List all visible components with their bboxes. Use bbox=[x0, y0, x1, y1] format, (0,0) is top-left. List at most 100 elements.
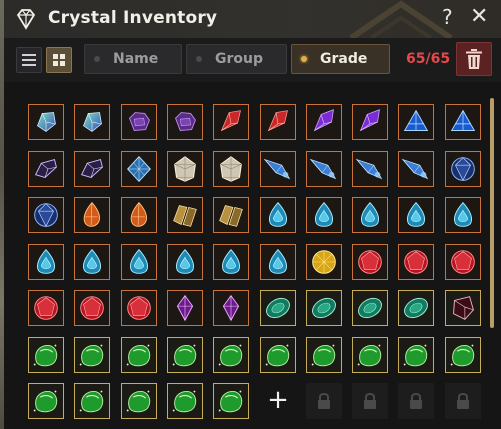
crystal-slot[interactable] bbox=[352, 244, 388, 280]
list-view-button[interactable] bbox=[16, 47, 42, 73]
crystal-slot[interactable] bbox=[306, 290, 342, 326]
crystal-slot[interactable] bbox=[306, 151, 342, 187]
crystal-slot[interactable] bbox=[121, 244, 157, 280]
radio-indicator bbox=[196, 56, 202, 62]
tab-sort-grade[interactable]: Grade bbox=[291, 44, 390, 74]
crystal-slot[interactable] bbox=[28, 197, 64, 233]
grid-view-button[interactable] bbox=[46, 47, 72, 73]
crystal-slot[interactable] bbox=[167, 151, 203, 187]
crystal-slot[interactable] bbox=[28, 290, 64, 326]
crystal-slot[interactable] bbox=[306, 337, 342, 373]
crystal-inventory-window: Crystal Inventory ? ✕ Name Group Grade 6… bbox=[4, 0, 501, 429]
yellow-round-gem-icon bbox=[312, 250, 336, 274]
violet-shard-gem-icon bbox=[313, 109, 334, 132]
green-ore-gem-icon bbox=[126, 344, 151, 367]
crystal-slot[interactable] bbox=[74, 383, 110, 419]
crystal-slot[interactable] bbox=[260, 290, 296, 326]
crystal-slot[interactable] bbox=[74, 290, 110, 326]
crystal-slot[interactable] bbox=[352, 197, 388, 233]
crystal-slot[interactable] bbox=[398, 290, 434, 326]
green-ore-gem-icon bbox=[218, 390, 243, 413]
crystal-slot[interactable] bbox=[352, 104, 388, 140]
crystal-slot[interactable] bbox=[213, 151, 249, 187]
help-button[interactable]: ? bbox=[442, 5, 453, 29]
crystal-slot[interactable] bbox=[260, 197, 296, 233]
crystal-slot[interactable] bbox=[74, 337, 110, 373]
teal-oval-gem-icon bbox=[312, 297, 336, 319]
locked-slot bbox=[306, 383, 342, 419]
red-shard-gem-icon bbox=[267, 110, 288, 132]
crystal-slot[interactable] bbox=[167, 104, 203, 140]
scrollbar[interactable] bbox=[490, 98, 494, 328]
crystal-slot[interactable] bbox=[352, 151, 388, 187]
crystal-slot[interactable] bbox=[28, 151, 64, 187]
crystal-slot[interactable] bbox=[167, 337, 203, 373]
crystal-slot[interactable] bbox=[74, 244, 110, 280]
crystal-slot[interactable] bbox=[445, 337, 481, 373]
green-ore-gem-icon bbox=[33, 390, 58, 413]
crystal-slot[interactable] bbox=[260, 337, 296, 373]
crystal-slot[interactable] bbox=[445, 104, 481, 140]
gold-split-gem-icon bbox=[173, 205, 197, 227]
crystal-slot[interactable] bbox=[398, 197, 434, 233]
crystal-slot[interactable] bbox=[445, 151, 481, 187]
crystal-slot[interactable] bbox=[213, 290, 249, 326]
crystal-slot[interactable] bbox=[260, 244, 296, 280]
crystal-slot[interactable] bbox=[445, 290, 481, 326]
tab-sort-group[interactable]: Group bbox=[186, 44, 287, 74]
delete-button[interactable] bbox=[456, 42, 492, 76]
crystal-slot[interactable] bbox=[121, 383, 157, 419]
crystal-slot[interactable] bbox=[398, 151, 434, 187]
crystal-slot[interactable] bbox=[213, 383, 249, 419]
crystal-slot[interactable] bbox=[121, 337, 157, 373]
crystal-slot[interactable] bbox=[213, 104, 249, 140]
crystal-slot[interactable] bbox=[121, 104, 157, 140]
crystal-slot[interactable] bbox=[260, 151, 296, 187]
purple-hex-gem-icon bbox=[129, 112, 150, 131]
green-ore-gem-icon bbox=[218, 344, 243, 367]
green-ore-gem-icon bbox=[357, 344, 382, 367]
crystal-slot[interactable] bbox=[213, 197, 249, 233]
red-shard-gem-icon bbox=[220, 110, 241, 132]
add-slot-button[interactable]: + bbox=[260, 383, 296, 419]
crystal-slot[interactable] bbox=[28, 244, 64, 280]
inventory-count: 65/65 bbox=[406, 51, 451, 67]
crystal-slot[interactable] bbox=[121, 290, 157, 326]
green-blue-gem-icon bbox=[83, 112, 102, 132]
crystal-slot[interactable] bbox=[167, 244, 203, 280]
crystal-slot[interactable] bbox=[352, 337, 388, 373]
magenta-shard-gem-icon bbox=[176, 294, 194, 322]
crystal-slot[interactable] bbox=[306, 104, 342, 140]
dark-purple-gem-icon bbox=[34, 158, 57, 179]
crystal-slot[interactable] bbox=[28, 104, 64, 140]
crystal-slot[interactable] bbox=[74, 104, 110, 140]
crystal-slot[interactable] bbox=[398, 337, 434, 373]
crystal-slot[interactable] bbox=[445, 244, 481, 280]
crystal-slot[interactable] bbox=[167, 290, 203, 326]
crystal-slot[interactable] bbox=[74, 197, 110, 233]
crystal-slot[interactable] bbox=[213, 337, 249, 373]
crystal-slot[interactable] bbox=[213, 244, 249, 280]
crystal-slot[interactable] bbox=[352, 290, 388, 326]
crystal-slot[interactable] bbox=[398, 104, 434, 140]
green-ore-gem-icon bbox=[450, 344, 475, 367]
title-bar[interactable]: Crystal Inventory ? ✕ bbox=[4, 0, 501, 38]
crystal-slot[interactable] bbox=[167, 197, 203, 233]
crystal-slot[interactable] bbox=[167, 383, 203, 419]
tab-sort-name[interactable]: Name bbox=[84, 44, 182, 74]
crystal-slot[interactable] bbox=[398, 244, 434, 280]
teal-oval-gem-icon bbox=[358, 297, 382, 319]
crystal-slot[interactable] bbox=[28, 337, 64, 373]
trash-icon bbox=[466, 49, 482, 69]
crystal-slot[interactable] bbox=[121, 151, 157, 187]
cyan-drop-gem-icon bbox=[268, 202, 288, 227]
crystal-slot[interactable] bbox=[306, 244, 342, 280]
crystal-slot[interactable] bbox=[121, 197, 157, 233]
crystal-slot[interactable] bbox=[74, 151, 110, 187]
crystal-slot[interactable] bbox=[260, 104, 296, 140]
crystal-slot[interactable] bbox=[306, 197, 342, 233]
close-button[interactable]: ✕ bbox=[470, 4, 488, 29]
crystal-slot[interactable] bbox=[28, 383, 64, 419]
red-round-gem-icon bbox=[34, 296, 58, 320]
crystal-slot[interactable] bbox=[445, 197, 481, 233]
